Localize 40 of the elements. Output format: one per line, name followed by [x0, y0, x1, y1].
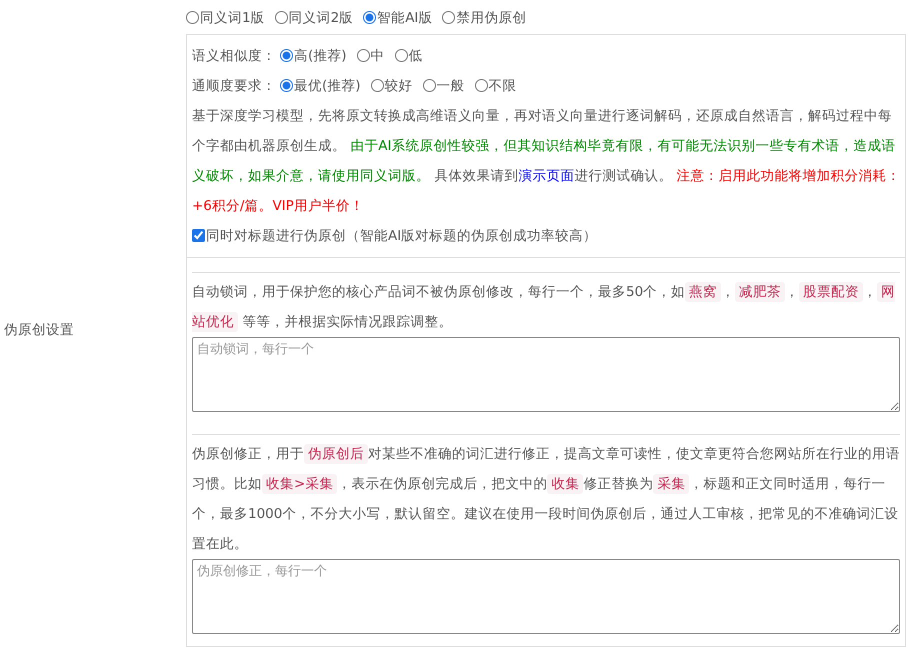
option-label: 禁用伪原创: [456, 10, 526, 26]
keyword-tag: 伪原创后: [304, 444, 368, 464]
option-label: 最优(推荐): [294, 78, 361, 94]
radio-button[interactable]: [363, 11, 376, 24]
keyword-tag: 燕窝: [685, 282, 722, 302]
option-label: 低: [408, 48, 423, 64]
radio-button[interactable]: [280, 49, 293, 62]
radio-button[interactable]: [394, 49, 408, 62]
radio-button[interactable]: [356, 49, 370, 62]
checkbox[interactable]: [192, 229, 205, 242]
radio-button[interactable]: [442, 11, 456, 24]
keyword-tag: 收集>采集: [262, 474, 338, 494]
option-label: 同义词2版: [288, 10, 354, 26]
option-label: 不限: [488, 78, 517, 94]
checkbox-label: 同时对标题进行伪原创（智能AI版对标题的伪原创成功率较高）: [206, 228, 598, 244]
correction-field[interactable]: 伪原创修正，每行一个: [192, 559, 900, 634]
description-text: 基于深度学习模型，先将原文转换成高维语义向量，再对语义向量进行逐词解码，还原成自然语言，解码过程中每个字都由机器原创生成。 由于AI系统原创性较强，但其知识结构毕竟有限，有可能无法识别一些专有术语，造成语义破坏，如果介意，请使用同义词版。 具体效果请到演示页面进行测试确认。 注意：启用此功能将增加积分消耗：+6积分/篇。VIP用户半价！: [192, 107, 901, 216]
keyword-tag: 收集: [547, 474, 584, 494]
radio-button[interactable]: [274, 11, 288, 24]
keyword-tag: 股票配资: [799, 282, 864, 302]
lock-words-field[interactable]: 自动锁词，每行一个: [192, 337, 900, 412]
keyword-tag: 减肥茶: [735, 282, 786, 302]
radio-button[interactable]: [474, 79, 488, 92]
option-label: 较好: [384, 78, 413, 94]
option-label: 中: [370, 48, 385, 64]
radio-button[interactable]: [370, 79, 384, 92]
option-label: 高(推荐): [294, 48, 347, 64]
radio-button[interactable]: [280, 79, 293, 92]
description-text: 伪原创修正，用于 伪原创后 对某些不准确的词汇进行修正，提高文章可读性，使文章更符合您网站所在行业的用语习惯。比如 收集>采集 ，表示在伪原创完成后，把文中的 收集 修正替换为 采集 ，标题和正文同时适用，每行一个，最多1000个，不分大小写，默认留空。建议在使用一段时间伪原创后，通过人工审核，把常见的不准确词汇设置在此。: [192, 443, 900, 554]
option-label: 智能AI版: [377, 10, 432, 26]
radio-button[interactable]: [422, 79, 436, 92]
description-text: 自动锁词，用于保护您的核心产品词不被伪原创修改，每行一个，最多50个，如 燕窝 ， 减肥茶 ， 股票配资 ， 网站优化 等等，并根据实际情况跟踪调整。: [192, 281, 896, 334]
option-label: 同义词1版: [200, 10, 265, 26]
demo-page-link[interactable]: 演示页面: [518, 168, 574, 184]
section-label: 伪原创设置: [3, 321, 75, 340]
setting-label: 语义相似度：: [192, 48, 276, 64]
setting-label: 通顺度要求：: [192, 78, 276, 94]
keyword-tag: 采集: [653, 474, 690, 494]
radio-button[interactable]: [186, 11, 199, 24]
option-label: 一般: [436, 78, 465, 94]
